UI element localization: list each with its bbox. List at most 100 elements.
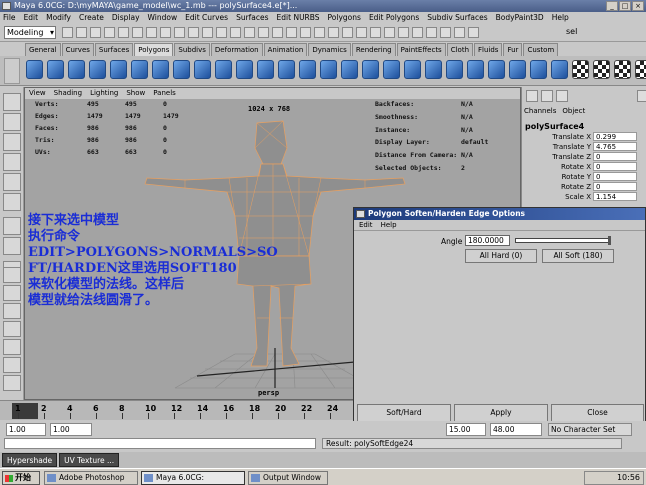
channel-row[interactable]: Translate Y 4.765 — [522, 142, 646, 152]
status-tool-icon[interactable] — [160, 27, 171, 38]
persp-outliner-icon[interactable] — [3, 357, 21, 373]
shelf-tab-fluids[interactable]: Fluids — [474, 43, 503, 56]
status-tool-icon[interactable] — [188, 27, 199, 38]
channel-value-field[interactable]: 1.154 — [593, 192, 637, 201]
channel-value-field[interactable]: 0 — [593, 152, 637, 161]
split-polygon-icon[interactable] — [467, 60, 484, 79]
tool-settings-icon[interactable] — [556, 90, 568, 102]
cylindrical-uv-icon[interactable] — [593, 60, 610, 79]
four-pane-icon[interactable] — [3, 285, 21, 301]
status-tool-icon[interactable] — [384, 27, 395, 38]
menu-modify[interactable]: Modify — [46, 12, 71, 24]
poly-sphere-icon[interactable] — [26, 60, 43, 79]
status-tool-icon[interactable] — [272, 27, 283, 38]
poly-cylinder-icon[interactable] — [68, 60, 85, 79]
manipulator-icon[interactable] — [3, 217, 21, 235]
channel-row[interactable]: Scale X 1.154 — [522, 192, 646, 202]
status-tool-icon[interactable] — [146, 27, 157, 38]
shelf-tab-subdivs[interactable]: Subdivs — [174, 43, 210, 56]
status-tool-icon[interactable] — [118, 27, 129, 38]
menu-file[interactable]: File — [3, 12, 16, 24]
menu-surfaces[interactable]: Surfaces — [236, 12, 268, 24]
shelf-tab-painteffects[interactable]: PaintEffects — [396, 43, 446, 56]
rotate-tool-icon[interactable] — [3, 173, 21, 191]
menu-edit[interactable]: Edit — [24, 12, 39, 24]
channel-value-field[interactable]: 4.765 — [593, 142, 637, 151]
start-time-field[interactable]: 1.00 — [6, 423, 46, 436]
status-tool-icon[interactable] — [76, 27, 87, 38]
status-tool-icon[interactable] — [328, 27, 339, 38]
status-tool-icon[interactable] — [174, 27, 185, 38]
maya-logo-icon[interactable] — [3, 375, 21, 391]
extrude-edge-icon[interactable] — [425, 60, 442, 79]
poly-helix-icon[interactable] — [194, 60, 211, 79]
status-tool-icon[interactable] — [258, 27, 269, 38]
status-tool-icon[interactable] — [398, 27, 409, 38]
status-tool-icon[interactable] — [286, 27, 297, 38]
triangulate-icon[interactable] — [362, 60, 379, 79]
menu-edit-nurbs[interactable]: Edit NURBS — [277, 12, 320, 24]
delete-edge-icon[interactable] — [551, 60, 568, 79]
move-tool-icon[interactable] — [3, 153, 21, 171]
extract-icon[interactable] — [299, 60, 316, 79]
shelf-tab-surfaces[interactable]: Surfaces — [94, 43, 134, 56]
playback-end-field[interactable]: 15.00 — [446, 423, 486, 436]
dialog-menu-edit[interactable]: Edit — [359, 220, 373, 230]
paint-select-icon[interactable] — [3, 133, 21, 151]
planar-uv-icon[interactable] — [572, 60, 589, 79]
channel-value-field[interactable]: 0 — [593, 182, 637, 191]
soft-mod-icon[interactable] — [3, 237, 21, 255]
merge-vertices-icon[interactable] — [530, 60, 547, 79]
character-set-dropdown[interactable]: No Character Set — [548, 423, 632, 436]
menu-window[interactable]: Window — [148, 12, 178, 24]
status-tool-icon[interactable] — [230, 27, 241, 38]
taskbar-item[interactable]: Maya 6.0CG: D:\myMAY... — [141, 471, 245, 485]
poly-cone-icon[interactable] — [89, 60, 106, 79]
status-tool-icon[interactable] — [412, 27, 423, 38]
poly-pipe-icon[interactable] — [152, 60, 169, 79]
taskbar-item[interactable]: Adobe Photoshop — [44, 471, 138, 485]
shelf-menu-icon[interactable] — [4, 58, 20, 84]
all-soft-button[interactable]: All Soft (180) — [542, 249, 614, 263]
status-tool-icon[interactable] — [342, 27, 353, 38]
shelf-tab-custom[interactable]: Custom — [523, 43, 559, 56]
dialog-menu-help[interactable]: Help — [381, 220, 397, 230]
scale-tool-icon[interactable] — [3, 193, 21, 211]
shelf-tab-polygons[interactable]: Polygons — [134, 43, 174, 56]
auto-uv-icon[interactable] — [635, 60, 646, 79]
end-time-field[interactable]: 48.00 — [490, 423, 542, 436]
separate-icon[interactable] — [278, 60, 295, 79]
shelf-tab-fur[interactable]: Fur — [503, 43, 523, 56]
playback-start-field[interactable]: 1.00 — [50, 423, 92, 436]
menu-create[interactable]: Create — [79, 12, 104, 24]
soft-hard-button[interactable]: Soft/Hard — [357, 404, 451, 422]
outliner-pane-icon[interactable] — [3, 303, 21, 319]
status-tool-icon[interactable] — [370, 27, 381, 38]
channel-row[interactable]: Rotate Z0 — [522, 182, 646, 192]
status-tool-icon[interactable] — [426, 27, 437, 38]
channel-row[interactable]: Rotate Y0 — [522, 172, 646, 182]
start-button[interactable]: 开始 — [2, 471, 40, 485]
minimized-window[interactable]: Hypershade — [2, 453, 58, 467]
menu-set-dropdown[interactable]: Modeling — [4, 26, 56, 39]
status-tool-icon[interactable] — [104, 27, 115, 38]
status-tool-icon[interactable] — [440, 27, 451, 38]
channel-layout-icon[interactable] — [637, 90, 646, 102]
shelf-tab-curves[interactable]: Curves — [61, 43, 94, 56]
poly-cube-icon[interactable] — [47, 60, 64, 79]
channel-value-field[interactable]: 0 — [593, 162, 637, 171]
poly-soccer-icon[interactable] — [215, 60, 232, 79]
status-tool-icon[interactable] — [300, 27, 311, 38]
angle-slider-handle[interactable] — [608, 236, 611, 245]
channel-value-field[interactable]: 0.299 — [593, 132, 637, 141]
channelbox-menu-object[interactable]: Object — [562, 107, 585, 115]
shelf-tab-dynamics[interactable]: Dynamics — [308, 43, 351, 56]
taskbar-item[interactable]: Output Window — [248, 471, 328, 485]
status-tool-icon[interactable] — [202, 27, 213, 38]
shelf-tab-rendering[interactable]: Rendering — [351, 43, 396, 56]
cut-faces-icon[interactable] — [509, 60, 526, 79]
quadrangulate-icon[interactable] — [383, 60, 400, 79]
select-tool-icon[interactable] — [3, 93, 21, 111]
smooth-icon[interactable] — [320, 60, 337, 79]
shelf-tab-animation[interactable]: Animation — [263, 43, 308, 56]
